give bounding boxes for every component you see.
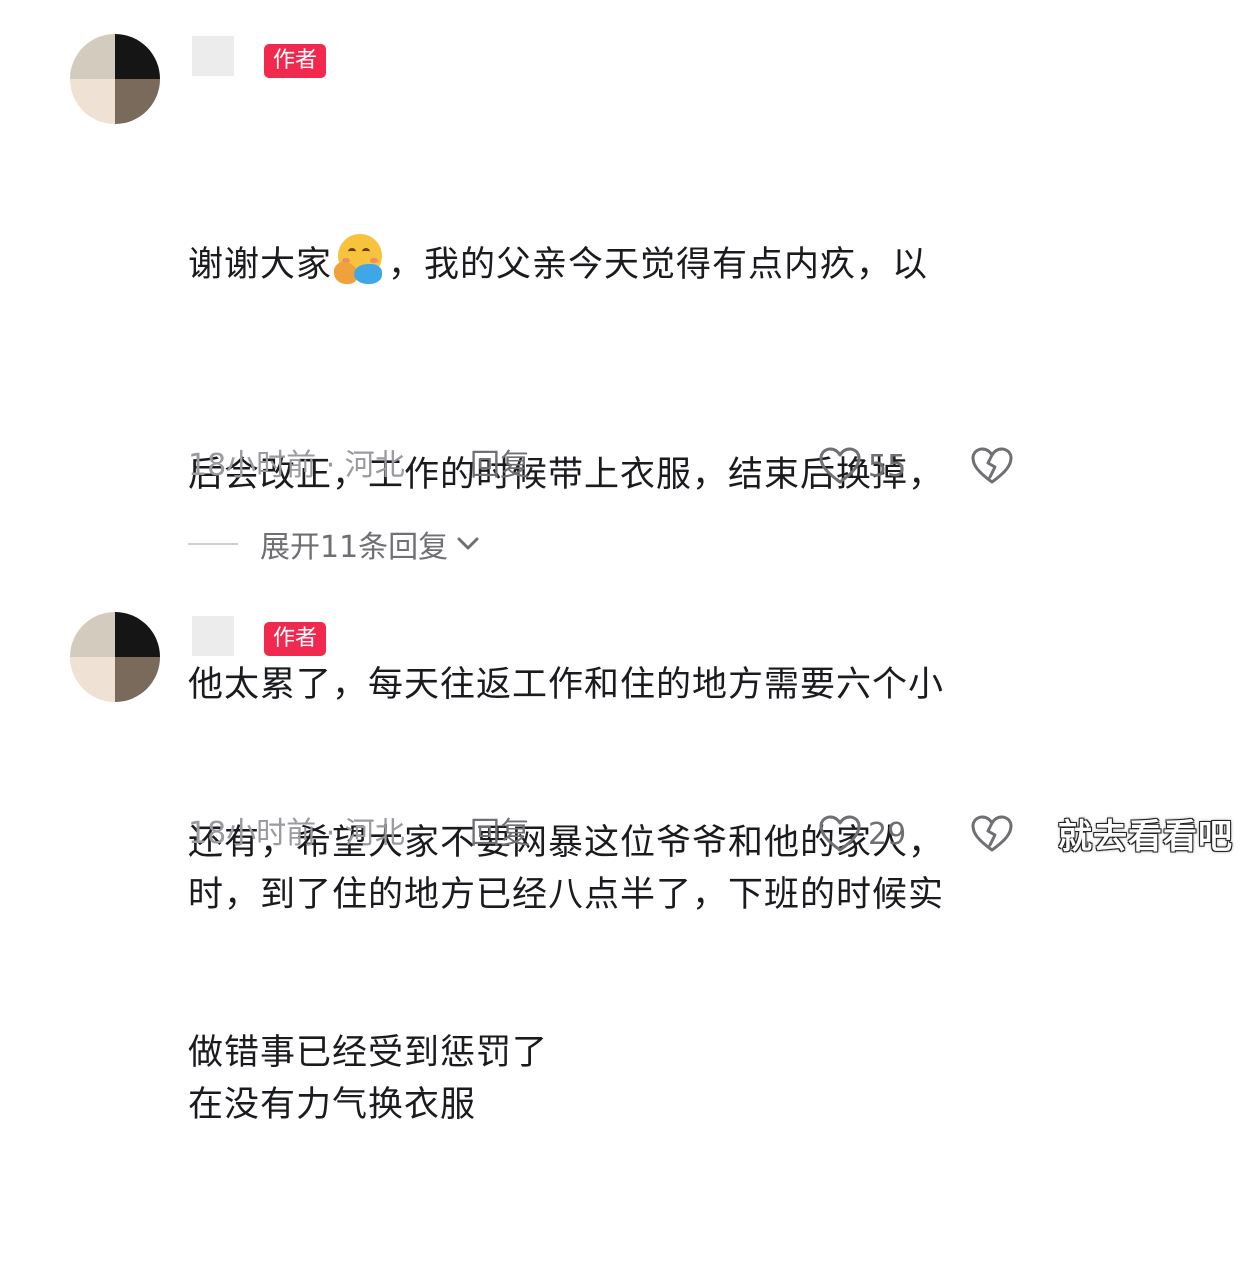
heart-outline-icon — [819, 815, 861, 852]
avatar[interactable] — [70, 34, 160, 124]
reply-button[interactable]: 回复 — [470, 446, 530, 486]
like-button[interactable]: 55 — [818, 444, 906, 488]
chevron-down-icon — [457, 537, 479, 550]
comment-text: 还有，希望大家不要网暴这位爷爷和他的家人， 做错事已经受到惩罚了 — [188, 668, 1018, 1228]
like-count: 55 — [868, 448, 907, 484]
broken-heart-icon[interactable] — [970, 446, 1014, 486]
like-button[interactable]: 29 — [818, 812, 906, 856]
comment-time-location: 18小时前 · 河北 — [188, 816, 405, 851]
divider-line — [188, 543, 238, 545]
broken-heart-icon[interactable] — [970, 814, 1014, 854]
expand-replies[interactable]: 展开11条回复 — [188, 522, 480, 566]
username[interactable] — [192, 616, 234, 656]
expand-replies-label: 展开11条回复 — [260, 530, 449, 565]
avatar[interactable] — [70, 612, 160, 702]
like-count: 29 — [868, 816, 907, 852]
hug-emoji-icon — [334, 234, 386, 286]
author-badge: 作者 — [264, 44, 327, 78]
username[interactable] — [192, 36, 234, 76]
watermark: 就去看看吧 — [1058, 817, 1233, 857]
comment-line: 做错事已经受到惩罚了 — [188, 1033, 549, 1073]
comment-time-location: 18小时前 · 河北 — [188, 448, 405, 483]
author-badge: 作者 — [264, 622, 327, 656]
reply-button[interactable]: 回复 — [470, 814, 530, 854]
heart-outline-icon — [819, 447, 861, 484]
comment-line: 谢谢大家 ，我的父亲今天觉得有点内疚，以 — [188, 230, 1018, 300]
